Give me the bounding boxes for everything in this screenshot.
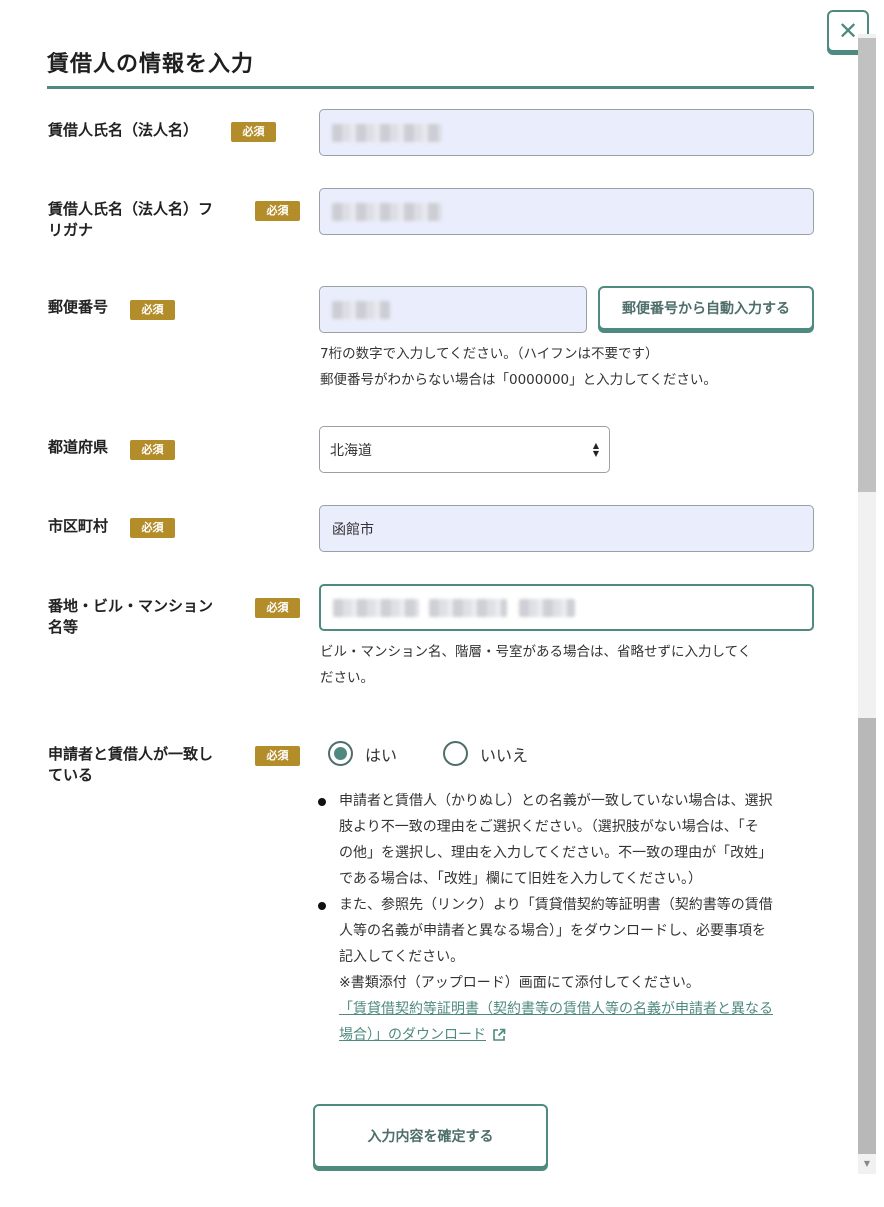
required-badge: 必須 — [255, 598, 300, 618]
name-label: 賃借人氏名（法人名） — [48, 121, 199, 139]
required-badge: 必須 — [130, 440, 175, 460]
redacted-value — [519, 598, 575, 617]
title-divider — [47, 86, 814, 89]
bullet-icon — [318, 902, 326, 910]
address-input[interactable] — [319, 584, 814, 631]
furigana-label: 賃借人氏名（法人名）フ リガナ — [48, 200, 214, 239]
download-link[interactable]: 「賃貸借契約等証明書（契約書等の賃借人等の名義が申請者と異なる 場合）」のダウン… — [339, 996, 773, 1048]
postal-autofill-button[interactable]: 郵便番号から自動入力する — [598, 286, 814, 330]
postal-help: 7桁の数字で入力してください。（ハイフンは不要です） 郵便番号がわからない場合は… — [320, 346, 717, 388]
prefecture-select[interactable]: 北海道 ▲ ▼ — [319, 426, 610, 473]
match-label: 申請者と賃借人が一致し ている — [48, 745, 214, 784]
furigana-input[interactable] — [319, 188, 814, 235]
scroll-down-icon[interactable]: ▼ — [858, 1157, 876, 1171]
postal-input[interactable] — [319, 286, 587, 333]
scrollbar-thumb[interactable] — [858, 718, 876, 1154]
confirm-button[interactable]: 入力内容を確定する — [313, 1104, 548, 1168]
radio-yes-label: はい — [365, 745, 398, 765]
city-input[interactable]: 函館市 — [319, 505, 814, 552]
redacted-value — [332, 300, 390, 319]
radio-no-circle[interactable] — [443, 741, 468, 766]
address-label: 番地・ビル・マンション 名等 — [48, 597, 214, 636]
radio-no[interactable]: いいえ — [443, 741, 528, 766]
required-badge: 必須 — [130, 300, 175, 320]
radio-selected-dot — [334, 747, 347, 760]
redacted-value — [332, 123, 442, 142]
radio-yes-circle[interactable] — [328, 741, 353, 766]
required-badge: 必須 — [231, 122, 276, 142]
city-label: 市区町村 — [48, 517, 109, 535]
prefecture-label: 都道府県 — [48, 438, 109, 456]
match-note-1: 申請者と賃借人（かりぬし）との名義が一致していない場合は、選択 肢より不一致の理… — [339, 793, 773, 887]
external-link-icon — [493, 1028, 506, 1041]
required-badge: 必須 — [130, 518, 175, 538]
address-help: ビル・マンション名、階層・号室がある場合は、省略せずに入力してく ださい。 — [320, 644, 752, 686]
radio-no-label: いいえ — [480, 745, 529, 765]
radio-yes[interactable]: はい — [328, 741, 397, 766]
redacted-value — [332, 202, 442, 221]
redacted-value — [429, 598, 507, 617]
redacted-value — [333, 598, 419, 617]
scrollbar-thumb-outer[interactable] — [858, 38, 876, 492]
match-note-2: また、参照先（リンク）より「賃貸借契約等証明書（契約書等の賃借 人等の名義が申請… — [339, 897, 773, 991]
city-value: 函館市 — [332, 521, 374, 538]
name-input[interactable] — [319, 109, 814, 156]
required-badge: 必須 — [255, 746, 300, 766]
required-badge: 必須 — [255, 201, 300, 221]
select-arrows-icon: ▲ ▼ — [592, 440, 599, 458]
close-icon: ✕ — [837, 17, 859, 45]
bullet-icon — [318, 798, 326, 806]
prefecture-selected: 北海道 — [330, 442, 372, 459]
postal-label: 郵便番号 — [48, 298, 109, 316]
dialog-title: 賃借人の情報を入力 — [47, 52, 255, 77]
